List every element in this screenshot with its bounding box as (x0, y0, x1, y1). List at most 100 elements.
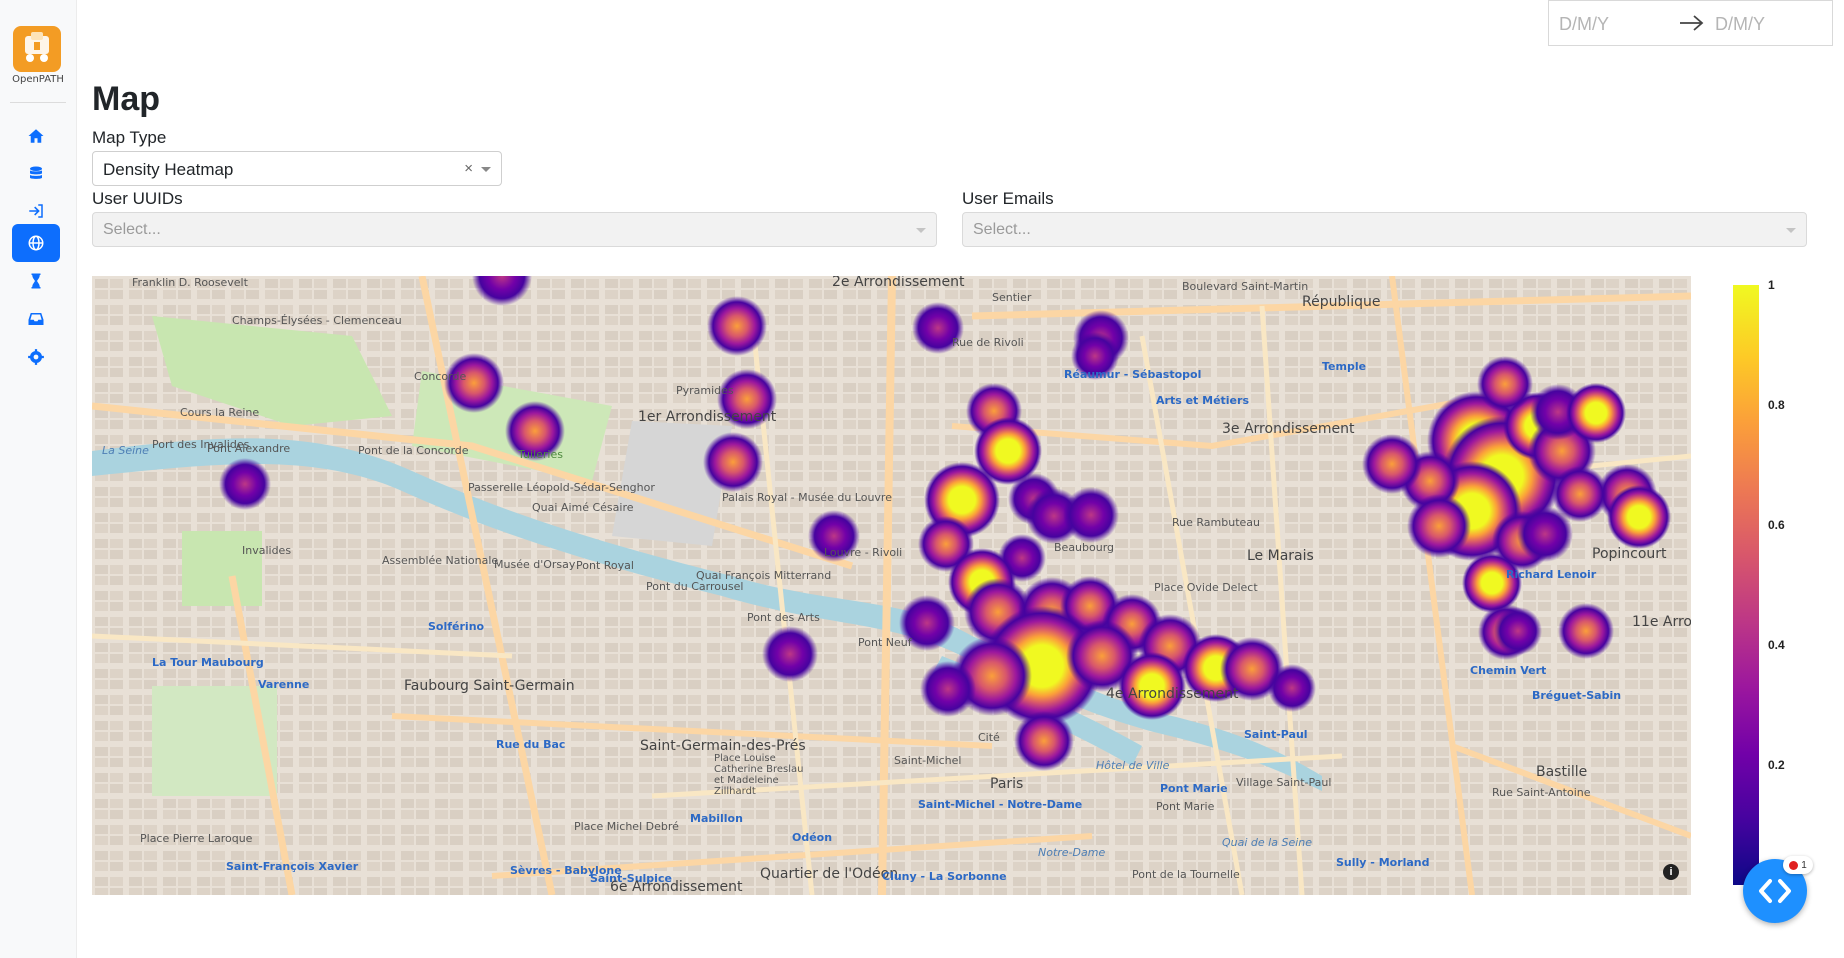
map-label: Paris (990, 776, 1024, 792)
map-label: Place Michel Debré (574, 820, 679, 833)
map-label: Rue du Bac (496, 738, 566, 751)
map-label: Place Pierre Laroque (140, 832, 253, 845)
map-label: Mabillon (690, 812, 743, 825)
map-label: Port des Invalides (152, 438, 250, 451)
logo-text: OpenPATH (12, 74, 64, 85)
info-icon[interactable]: i (1663, 864, 1679, 880)
map-label: Popincourt (1592, 546, 1667, 562)
sidebar-item-home[interactable] (12, 117, 60, 155)
colorbar-tick: 0.8 (1768, 398, 1785, 412)
map-label: Sentier (992, 291, 1032, 304)
map-type-value: Density Heatmap (103, 160, 234, 179)
user-emails-label: User Emails (962, 189, 1054, 208)
map-label: Saint-Germain-des-Prés (640, 738, 806, 754)
sidebar-item-inbox[interactable] (12, 300, 60, 338)
map-label: Village Saint-Paul (1236, 776, 1332, 789)
sidebar-item-data[interactable] (12, 155, 60, 193)
map-label: Saint-Michel - Notre-Dame (918, 798, 1083, 811)
map-label: Palais Royal - Musée du Louvre (722, 491, 892, 504)
map-label: Bréguet-Sabin (1532, 689, 1622, 702)
dev-tools-badge[interactable]: 1 (1783, 856, 1813, 874)
map-label: 11e Arron (1632, 614, 1691, 630)
map-label: Pont Neuf (858, 636, 912, 649)
user-emails-select[interactable]: Select... (962, 212, 1807, 247)
start-date-input[interactable]: D/M/Y (1559, 14, 1609, 35)
map-tiles (92, 276, 1691, 895)
sidebar-item-settings[interactable] (12, 338, 60, 376)
map-label: Franklin D. Roosevelt (132, 276, 248, 289)
map-label: Le Marais (1247, 548, 1314, 564)
chevron-down-icon[interactable] (481, 167, 491, 172)
map-label: 3e Arrondissement (1222, 421, 1355, 437)
map-label: Pyramides (676, 384, 734, 397)
user-uuids-select[interactable]: Select... (92, 212, 937, 247)
map-label: Invalides (242, 544, 292, 557)
map-label: Musée d'Orsay (494, 558, 576, 571)
map-label: Odéon (792, 831, 833, 844)
hourglass-icon (31, 273, 41, 289)
density-heatmap[interactable]: Franklin D. Roosevelt Champs-Élysées - C… (92, 276, 1691, 895)
map-label: Pont de la Tournelle (1132, 868, 1240, 881)
map-label: Sully - Morland (1336, 856, 1430, 869)
badge-count: 1 (1801, 859, 1807, 871)
map-label: Quartier de l'Odéon (760, 866, 899, 882)
map-label: Arts et Métiers (1156, 394, 1249, 407)
error-dot-icon (1789, 860, 1799, 870)
chevron-down-icon[interactable] (916, 228, 926, 233)
sign-in-icon (29, 204, 43, 218)
map-label: Pont Marie (1160, 782, 1228, 795)
map-label: Rue Rambuteau (1172, 516, 1260, 529)
map-label: Richard Lenoir (1506, 568, 1597, 581)
user-uuids-label: User UUIDs (92, 189, 183, 208)
map-label: Rue Saint-Antoine (1492, 786, 1591, 799)
map-label: Quai Aimé Césaire (532, 501, 634, 514)
map-label: Pont de la Concorde (358, 444, 469, 457)
map-label: Assemblée Nationale (382, 554, 499, 567)
sidebar-item-map[interactable] (12, 224, 60, 262)
map-label: Réaumur - Sébastopol (1064, 368, 1202, 381)
map-label: 4e Arrondissement (1106, 686, 1239, 702)
map-label: La Tour Maubourg (152, 656, 264, 669)
clear-icon[interactable]: × (464, 160, 473, 177)
map-label: Saint-Paul (1244, 728, 1308, 741)
sidebar: OpenPATH (0, 0, 77, 958)
map-label: Champs-Élysées - Clemenceau (232, 314, 402, 327)
map-label: Concorde (414, 370, 467, 383)
map-label: République (1302, 294, 1381, 310)
end-date-input[interactable]: D/M/Y (1715, 14, 1765, 35)
date-range-picker[interactable]: D/M/Y D/M/Y (1548, 0, 1833, 46)
map-label: Cours la Reine (180, 406, 260, 419)
page-title: Map (92, 80, 160, 118)
map-label: Place Ovide Delect (1154, 581, 1258, 594)
map-type-select[interactable]: Density Heatmap × (92, 151, 502, 186)
map-label: Notre-Dame (1038, 846, 1106, 859)
gear-icon (28, 349, 44, 365)
map-label: Varenne (258, 678, 310, 691)
map-label: Tuileries (518, 448, 563, 461)
chevron-down-icon[interactable] (1786, 228, 1796, 233)
colorbar-tick: 1 (1768, 278, 1775, 292)
user-uuids-placeholder: Select... (103, 221, 161, 238)
map-label: Faubourg Saint-Germain (404, 678, 575, 694)
openpath-logo[interactable] (13, 26, 61, 72)
map-label: 2e Arrondissement (832, 276, 965, 290)
map-label: La Seine (102, 444, 149, 457)
map-label: Pont Marie (1156, 800, 1215, 813)
colorbar-tick: 0.6 (1768, 518, 1785, 532)
map-label: Quai de la Seine (1222, 836, 1313, 849)
map-label: Saint-Michel (894, 754, 962, 767)
map-label: Cluny - La Sorbonne (882, 870, 1007, 883)
globe-icon (28, 235, 44, 251)
colorbar-tick: 0.4 (1768, 638, 1785, 652)
map-label: Rue de Rivoli (952, 336, 1024, 349)
map-label: Passerelle Léopold-Sédar-Senghor (468, 481, 655, 494)
map-label: Chemin Vert (1470, 664, 1547, 677)
sidebar-item-history[interactable] (12, 262, 60, 300)
user-emails-placeholder: Select... (973, 221, 1031, 238)
map-label: Solférino (428, 620, 485, 633)
map-label: Boulevard Saint-Martin (1182, 280, 1309, 293)
map-label: Pont du Carrousel (646, 580, 744, 593)
map-label: Hôtel de Ville (1096, 759, 1170, 772)
map-label: Temple (1322, 360, 1367, 373)
arrow-right-icon (1680, 15, 1704, 31)
